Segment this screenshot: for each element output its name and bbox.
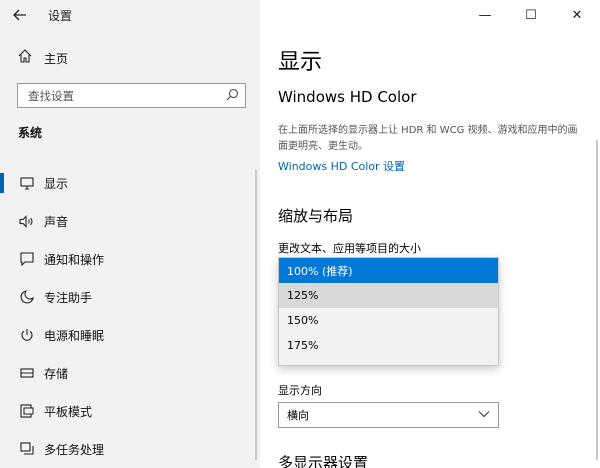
moon-icon <box>18 288 36 306</box>
chevron-down-icon <box>478 408 490 421</box>
sidebar: 设置 主页 系统 显示 声音 通知和操作 <box>0 0 260 468</box>
sidebar-item-label: 平板模式 <box>44 404 93 419</box>
scale-heading: 缩放与布局 <box>278 207 354 225</box>
search-input[interactable] <box>18 88 213 103</box>
sidebar-item-notifications[interactable]: 通知和操作 <box>0 240 260 278</box>
sidebar-item-storage[interactable]: 存储 <box>0 354 260 392</box>
main-content: — ☐ ✕ 显示 Windows HD Color 在上面所选择的显示器上让 H… <box>260 0 600 468</box>
sidebar-item-label: 电源和睡眠 <box>44 328 105 343</box>
section-title: 系统 <box>18 126 43 140</box>
orientation-value: 横向 <box>287 409 309 422</box>
nav-list: 显示 声音 通知和操作 专注助手 电源和睡眠 存储 平板模式 多任务处理 <box>0 164 260 468</box>
scale-option-100[interactable]: 100% (推荐) <box>279 258 498 283</box>
scale-label: 更改文本、应用等项目的大小 <box>278 242 421 255</box>
sidebar-item-label: 专注助手 <box>44 290 93 305</box>
titlebar: 设置 <box>0 0 260 30</box>
monitor-icon <box>18 174 36 192</box>
power-icon <box>18 326 36 344</box>
home-icon <box>18 49 36 67</box>
sidebar-item-power[interactable]: 电源和睡眠 <box>0 316 260 354</box>
search-icon[interactable] <box>226 88 239 104</box>
home-label: 主页 <box>44 51 69 66</box>
hdr-description: 在上面所选择的显示器上让 HDR 和 WCG 视频、游戏和应用中的画面更明亮、更… <box>278 125 578 152</box>
app-title: 设置 <box>48 8 73 23</box>
arrow-left-icon <box>13 9 26 21</box>
sidebar-item-tablet-mode[interactable]: 平板模式 <box>0 392 260 430</box>
storage-icon <box>18 364 36 382</box>
scale-option-150[interactable]: 150% <box>279 308 498 333</box>
sidebar-item-multitasking[interactable]: 多任务处理 <box>0 430 260 468</box>
sidebar-scrollbar[interactable] <box>255 170 257 460</box>
page-title: 显示 <box>278 50 323 75</box>
orientation-label: 显示方向 <box>278 384 322 397</box>
back-button[interactable] <box>0 0 40 30</box>
search-box <box>17 83 246 108</box>
scale-option-175[interactable]: 175% <box>279 333 498 358</box>
maximize-button[interactable]: ☐ <box>508 0 554 30</box>
sidebar-item-label: 多任务处理 <box>44 442 105 457</box>
sidebar-item-sound[interactable]: 声音 <box>0 202 260 240</box>
hdr-settings-link[interactable]: Windows HD Color 设置 <box>278 158 405 174</box>
content-scrollbar[interactable] <box>596 140 598 460</box>
hdr-title: Windows HD Color <box>278 88 417 106</box>
scale-option-125[interactable]: 125% <box>279 283 498 308</box>
tablet-icon <box>18 402 36 420</box>
minimize-button[interactable]: — <box>462 0 508 30</box>
notification-icon <box>18 250 36 268</box>
sidebar-item-focus-assist[interactable]: 专注助手 <box>0 278 260 316</box>
orientation-select[interactable]: 横向 <box>278 402 499 428</box>
sidebar-item-home[interactable]: 主页 <box>0 46 260 70</box>
multi-display-heading: 多显示器设置 <box>278 454 369 468</box>
sidebar-item-label: 通知和操作 <box>44 252 105 267</box>
sidebar-item-display[interactable]: 显示 <box>0 164 260 202</box>
close-button[interactable]: ✕ <box>554 0 600 30</box>
scale-dropdown-list: 100% (推荐) 125% 150% 175% <box>278 257 499 366</box>
sidebar-item-label: 声音 <box>44 214 69 229</box>
sidebar-item-label: 显示 <box>44 176 69 191</box>
window-controls: — ☐ ✕ <box>462 0 600 30</box>
multitask-icon <box>18 440 36 458</box>
sidebar-item-label: 存储 <box>44 366 69 381</box>
speaker-icon <box>18 212 36 230</box>
